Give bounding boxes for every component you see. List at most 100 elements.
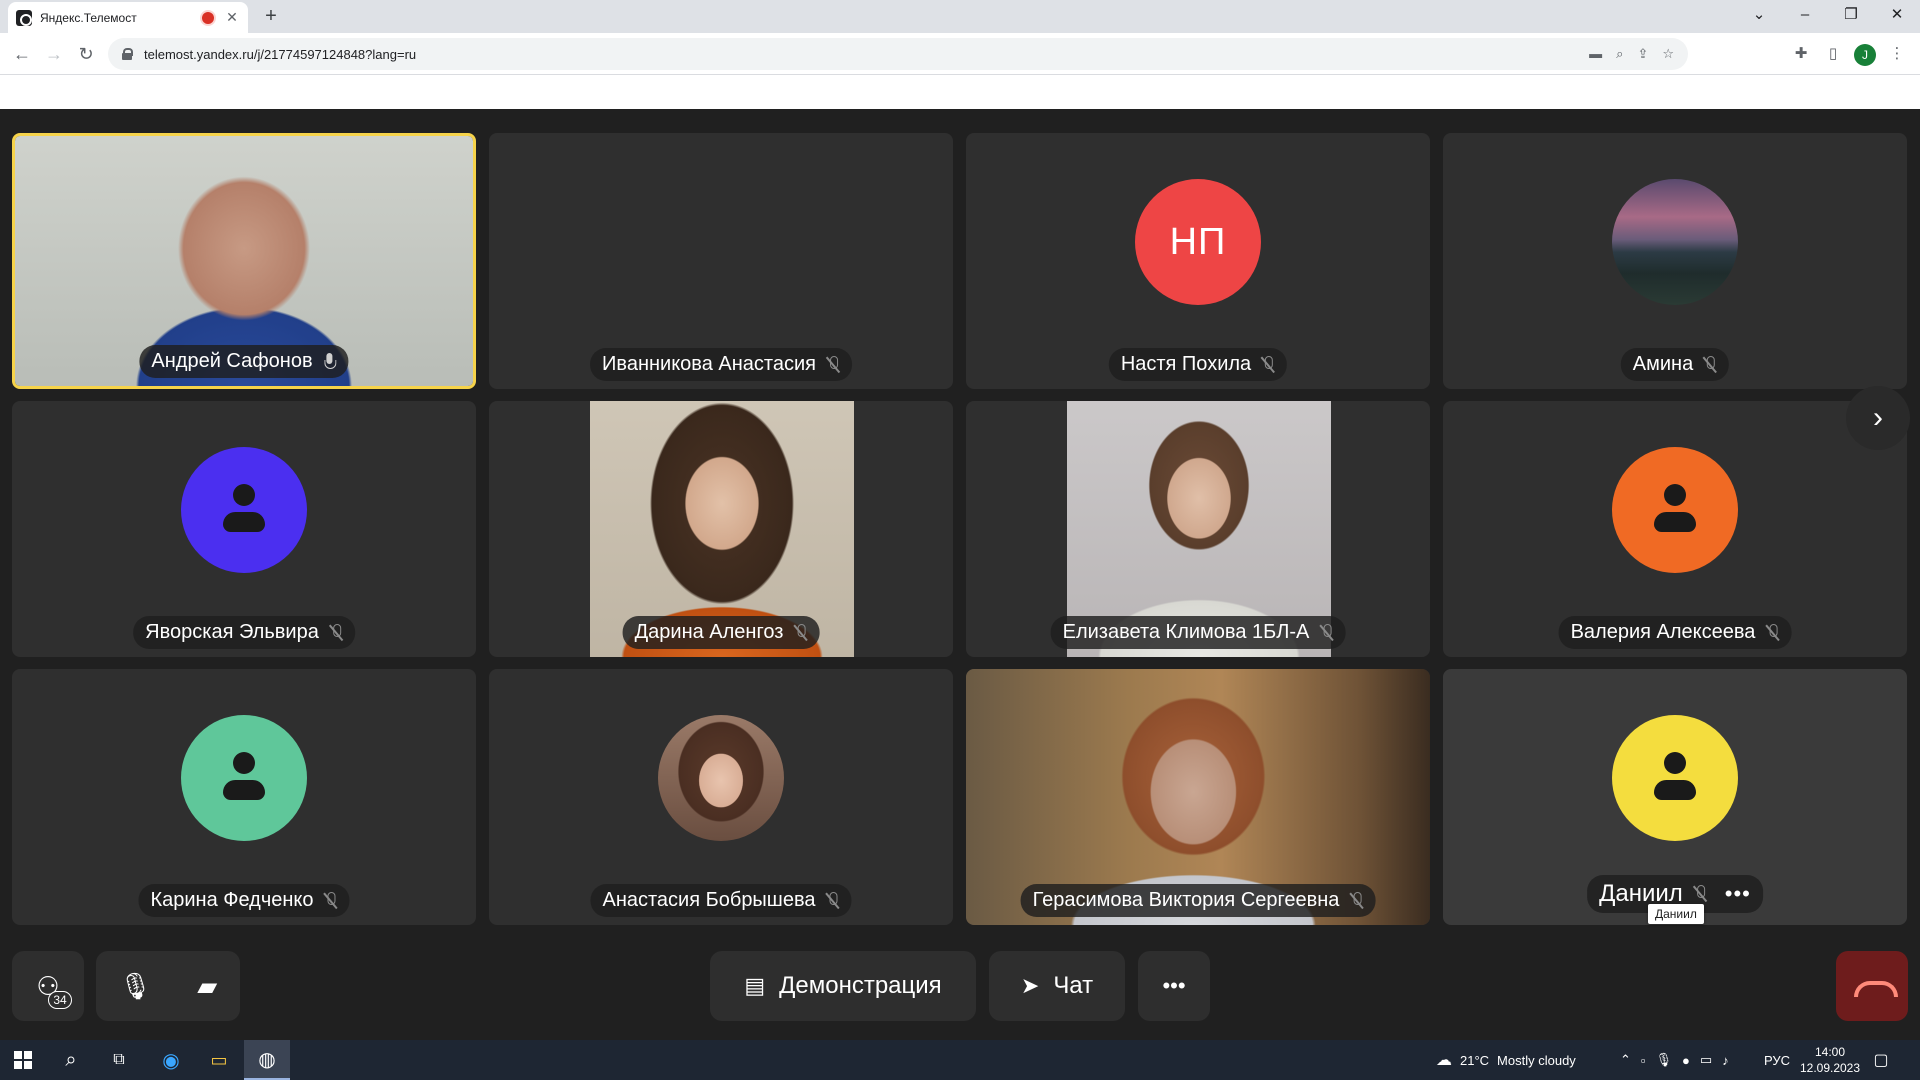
participant-name: Елизавета Климова 1БЛ-А <box>1062 621 1310 643</box>
lock-icon[interactable] <box>122 48 133 60</box>
camera-icon[interactable]: ▰ <box>197 971 217 1002</box>
tab-close-icon[interactable]: ✕ <box>224 9 240 26</box>
notifications-icon[interactable]: ▢ <box>1858 1040 1904 1080</box>
network-icon[interactable]: ▭ <box>1700 1052 1712 1068</box>
participant-name: Карина Федченко <box>150 889 314 911</box>
task-view-icon[interactable]: ⧉ <box>96 1040 142 1080</box>
chat-label: Чат <box>1053 972 1094 999</box>
hangup-button[interactable] <box>1836 951 1908 1021</box>
participant-name: Андрей Сафонов <box>151 350 313 372</box>
language-indicator[interactable]: РУС <box>1764 1040 1790 1080</box>
recording-indicator-icon <box>202 11 214 24</box>
participant-tile[interactable]: Яворская Эльвира <box>12 401 476 657</box>
initials-avatar: НП <box>1135 179 1261 305</box>
participant-tile[interactable]: Дарина Аленгоз <box>489 401 953 657</box>
profile-avatar[interactable]: J <box>1854 44 1876 66</box>
browser-toolbar: ← → ↻ telemost.yandex.ru/j/2177459712484… <box>0 33 1920 75</box>
participant-tile[interactable]: Елизавета Климова 1БЛ-А <box>966 401 1430 657</box>
participant-name: Герасимова Виктория Сергеевна <box>1032 889 1340 911</box>
back-button[interactable]: ← <box>8 40 36 68</box>
weather-cloud-icon: ☁ <box>1436 1052 1452 1069</box>
tab-title: Яндекс.Телемост <box>40 10 137 25</box>
file-explorer-icon[interactable]: ▭ <box>196 1040 242 1080</box>
send-icon: ➤ <box>1020 973 1040 998</box>
system-tray: ⌃ ▫ 🎙 ● ▭ ♪ <box>1620 1040 1729 1080</box>
person-avatar <box>1612 447 1738 573</box>
close-window-button[interactable]: ✕ <box>1874 0 1920 33</box>
start-button[interactable] <box>0 1040 46 1080</box>
weather-widget[interactable]: ☁ 21°C Mostly cloudy <box>1436 1040 1576 1080</box>
participant-tile[interactable]: Амина <box>1443 133 1907 389</box>
participant-name-pill: Настя Похила <box>1108 348 1288 381</box>
participant-name: Валерия Алексеева <box>1570 621 1756 643</box>
mic-off-icon <box>1693 885 1707 903</box>
reload-button[interactable]: ↻ <box>72 40 100 68</box>
edge-icon[interactable]: ◉ <box>148 1040 194 1080</box>
clock[interactable]: 14:00 12.09.2023 <box>1800 1040 1860 1080</box>
mic-off-icon <box>793 623 807 642</box>
volume-icon[interactable]: ♪ <box>1722 1053 1729 1068</box>
mic-off-icon <box>329 623 343 642</box>
url-text: telemost.yandex.ru/j/21774597124848?lang… <box>144 46 417 62</box>
participant-name-pill: Карина Федченко <box>138 884 350 917</box>
microphone-icon[interactable]: 🎙 <box>119 971 152 1002</box>
browser-tab[interactable]: Яндекс.Телемост ✕ <box>8 2 248 33</box>
participant-name: Дарина Аленгоз <box>634 621 784 643</box>
participant-name-pill: Яворская Эльвира <box>133 616 355 649</box>
participant-tile[interactable]: НП Настя Похила <box>966 133 1430 389</box>
share-icon[interactable]: ⇪ <box>1637 46 1648 62</box>
participants-button[interactable]: ⚇ 34 <box>12 951 84 1021</box>
photo-avatar-mountain <box>1612 179 1738 305</box>
new-tab-button[interactable]: + <box>258 4 284 30</box>
screen-share-button[interactable]: ▤ Демонстрация <box>710 951 976 1021</box>
tray-mic-icon[interactable]: 🎙 <box>1656 1052 1673 1068</box>
participant-tile[interactable]: Иванникова Анастасия <box>489 133 953 389</box>
person-icon <box>222 752 266 804</box>
person-avatar <box>1612 715 1738 841</box>
participant-tile[interactable]: Герасимова Виктория Сергеевна <box>966 669 1430 925</box>
photo-avatar <box>658 715 784 841</box>
address-bar[interactable]: telemost.yandex.ru/j/21774597124848?lang… <box>108 38 1688 70</box>
zoom-icon[interactable]: ⌕ <box>1616 46 1623 62</box>
participant-name-pill: Валерия Алексеева <box>1558 616 1792 649</box>
participant-tile[interactable]: Валерия Алексеева <box>1443 401 1907 657</box>
person-icon <box>222 484 266 536</box>
more-options-icon[interactable]: ••• <box>1725 881 1751 907</box>
tray-chevron-icon[interactable]: ⌃ <box>1620 1052 1631 1068</box>
participant-name: Амина <box>1632 353 1694 375</box>
screen-share-label: Демонстрация <box>779 972 942 999</box>
extensions-icon[interactable]: ✚ <box>1790 43 1812 65</box>
windows-logo-icon <box>14 1051 32 1069</box>
mic-off-icon <box>1349 891 1363 910</box>
tab-search-chevron-icon[interactable]: ⌄ <box>1736 0 1782 33</box>
more-dots-icon: ••• <box>1162 973 1186 998</box>
windows-taskbar: ⌕ ⧉ ◉ ▭ ◍ ☁ 21°C Mostly cloudy ⌃ ▫ 🎙 ● ▭… <box>0 1040 1920 1080</box>
weather-text: Mostly cloudy <box>1497 1052 1576 1068</box>
media-controls: 🎙 ▰ <box>96 951 240 1021</box>
participant-tile[interactable]: Карина Федченко <box>12 669 476 925</box>
side-panel-icon[interactable]: ▯ <box>1822 43 1844 65</box>
next-page-button[interactable]: › <box>1846 386 1910 450</box>
browser-menu-icon[interactable]: ⋮ <box>1886 43 1908 65</box>
mic-off-icon <box>826 891 840 910</box>
participant-tile-hovered[interactable]: Даниил ••• <box>1443 669 1907 925</box>
camera-in-use-icon[interactable]: ▬ <box>1589 46 1602 62</box>
more-menu-button[interactable]: ••• <box>1138 951 1210 1021</box>
participant-tile-active[interactable]: Андрей Сафонов <box>12 133 476 389</box>
participant-tile[interactable]: Анастасия Бобрышева <box>489 669 953 925</box>
participant-name: Настя Похила <box>1120 353 1252 375</box>
minimize-button[interactable]: – <box>1782 0 1828 33</box>
participant-name: Анастасия Бобрышева <box>602 889 816 911</box>
weather-temp: 21°C <box>1460 1052 1490 1068</box>
forward-button[interactable]: → <box>40 40 68 68</box>
participant-name-pill: Амина <box>1620 348 1730 381</box>
chrome-icon[interactable]: ◍ <box>244 1040 290 1080</box>
participant-name: Иванникова Анастасия <box>602 353 816 375</box>
search-icon[interactable]: ⌕ <box>48 1040 94 1080</box>
tray-camera-icon[interactable]: ▫ <box>1641 1053 1646 1068</box>
restore-button[interactable]: ❐ <box>1828 0 1874 33</box>
tray-app-icon[interactable]: ● <box>1682 1053 1690 1068</box>
chat-button[interactable]: ➤ Чат <box>989 951 1125 1021</box>
participant-name-pill: Иванникова Анастасия <box>590 348 852 381</box>
bookmark-star-icon[interactable]: ☆ <box>1662 46 1674 62</box>
